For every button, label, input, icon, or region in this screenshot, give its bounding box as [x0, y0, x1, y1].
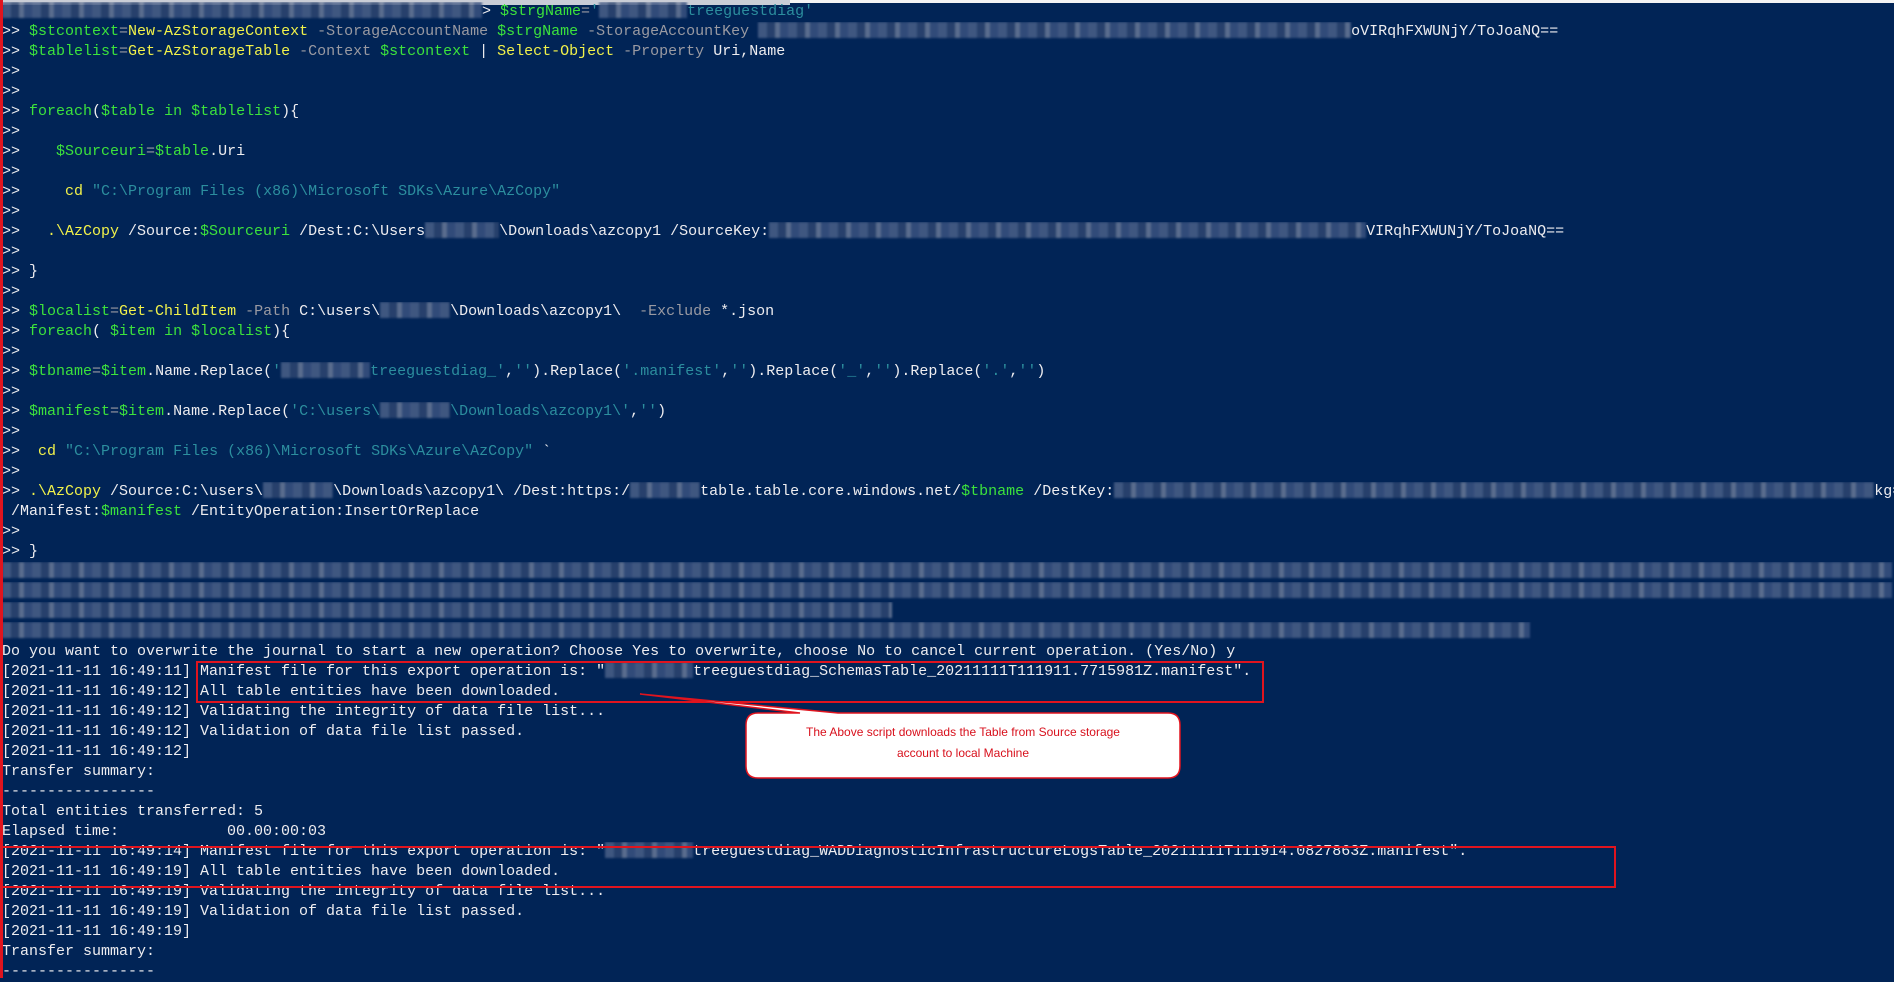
callout-line-1: The Above script downloads the Table fro… — [806, 725, 1120, 739]
callout-text: The Above script downloads the Table fro… — [750, 722, 1176, 764]
callout-line-2: account to local Machine — [896, 746, 1030, 760]
callout-bubble — [639, 693, 1181, 779]
left-annotation-edge — [0, 0, 3, 978]
